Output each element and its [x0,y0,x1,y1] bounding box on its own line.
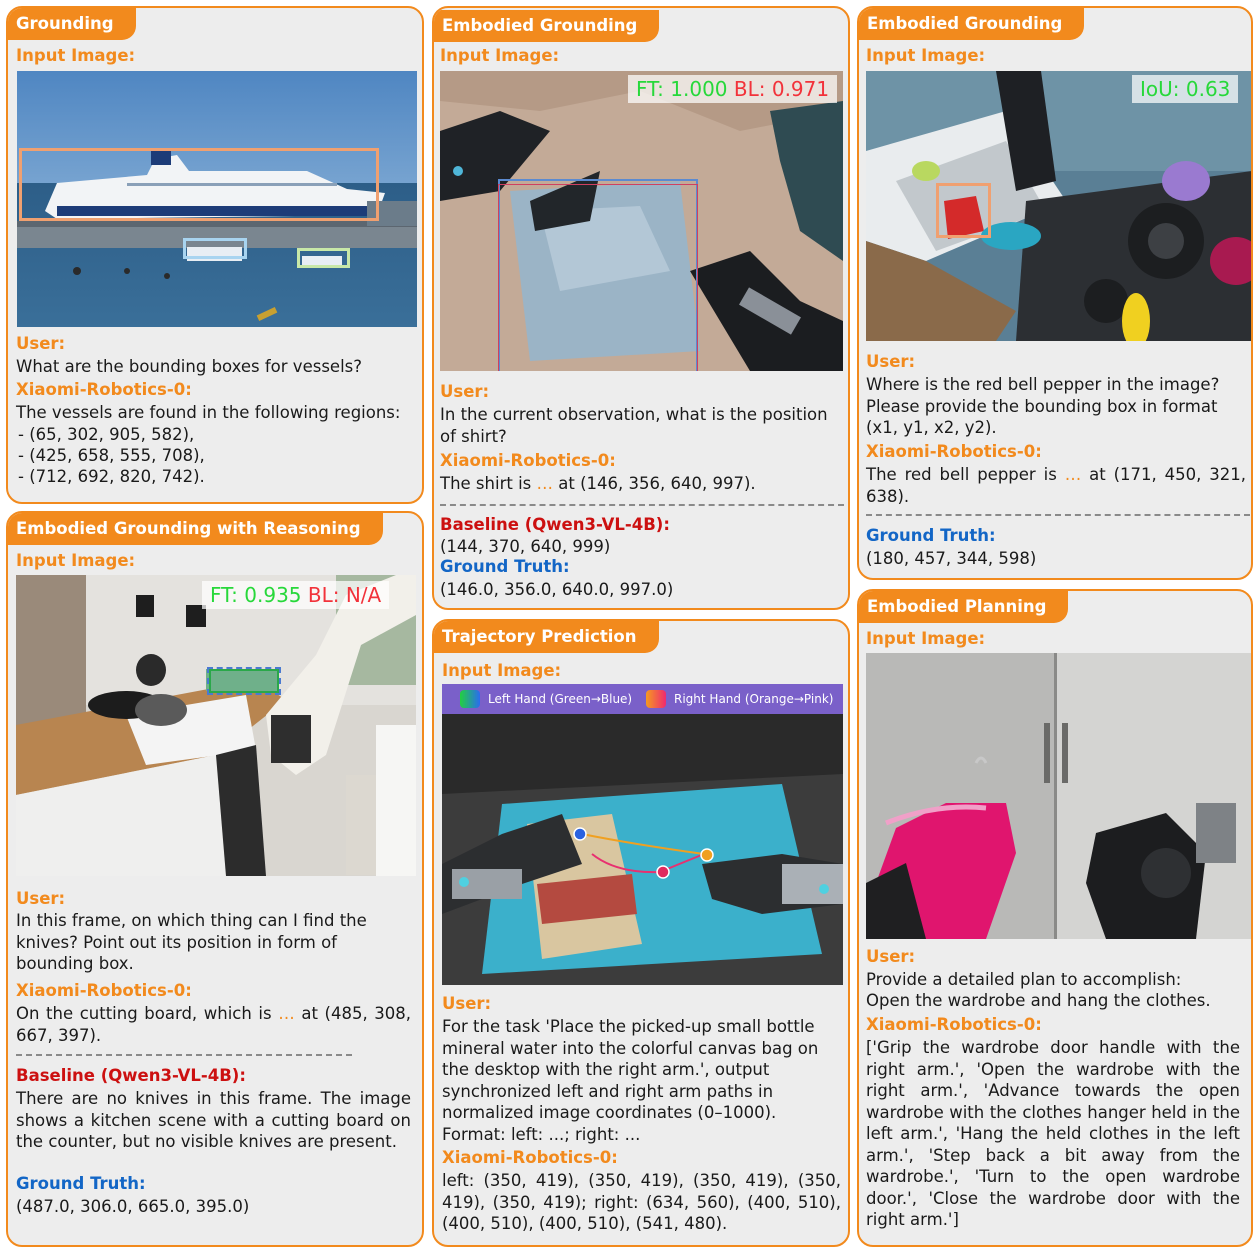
score-readout: FT: 0.935 BL: N/A [202,581,390,609]
left-hand-swatch [460,690,480,708]
kitchen-pepper-image: IoU: 0.63 [866,71,1251,341]
user-label: User: [440,382,490,401]
model-label: Xiaomi-Robotics-0: [16,380,192,399]
gt-bbox [209,669,279,693]
bbox-vessel-3 [297,248,350,268]
kitchen-knives-image: FT: 0.935 BL: N/A [16,575,416,876]
baseline-label: Baseline (Qwen3-VL-4B): [440,515,670,534]
user-question: In the current observation, what is the … [440,405,828,446]
panel-tag: Embodied Grounding [434,10,660,42]
wardrobe-image [866,653,1251,939]
panel-tag: Embodied Planning [859,591,1069,623]
region-2: - (425, 658, 555, 708), [18,446,205,465]
model-answer: The shirt is … at (146, 356, 640, 997). [440,474,756,493]
ground-truth-label: Ground Truth: [440,557,570,576]
baseline-answer: (144, 370, 640, 999) [440,537,611,556]
user-label: User: [866,352,916,371]
embodied-grounding-shirt-panel: Embodied Grounding Input Image: FT: 1.00… [432,6,850,610]
input-image-label: Input Image: [866,46,986,65]
right-hand-swatch [646,690,666,708]
right-hand-legend: Right Hand (Orange→Pink) [674,692,834,706]
user-label: User: [16,334,66,353]
embodied-grounding-pepper-panel: Embodied Grounding Input Image: IoU: 0.6… [857,6,1253,580]
separator [16,1054,352,1056]
panel-tag: Embodied Grounding with Reasoning [8,513,383,545]
score-bl: BL: 0.971 [733,77,830,101]
model-answer: The red bell pepper is … at (171, 450, 3… [866,465,1247,506]
input-image-label: Input Image: [16,551,136,570]
input-image-label: Input Image: [16,46,136,65]
grounding-panel: Grounding Input Image: User: What are th [6,6,424,504]
panel-tag: Embodied Grounding [859,8,1085,40]
ground-truth-value: (180, 457, 344, 598) [866,549,1037,568]
input-image-label: Input Image: [442,661,562,680]
bbox-vessel-2 [183,238,247,259]
score-bl: BL: N/A [307,583,382,607]
embodied-grounding-reasoning-panel: Embodied Grounding with Reasoning Input … [6,511,424,1247]
trajectory-prediction-panel: Trajectory Prediction Input Image: Left … [432,619,850,1247]
score-ft: FT: 1.000 [636,77,728,101]
user-request-line-2: Open the wardrobe and hang the clothes. [866,991,1211,1010]
model-plan: ['Grip the wardrobe door handle with the… [866,1038,1240,1229]
pred-bbox [936,183,991,238]
user-question: What are the bounding boxes for vessels? [16,357,363,376]
baseline-label: Baseline (Qwen3-VL-4B): [16,1066,246,1085]
input-image-label: Input Image: [866,629,986,648]
ground-truth-label: Ground Truth: [866,526,996,545]
model-answer-intro: The vessels are found in the following r… [16,403,401,422]
model-answer: On the cutting board, which is … at (485… [16,1004,412,1045]
model-answer: left: (350, 419), (350, 419), (350, 419)… [442,1171,841,1233]
model-label: Xiaomi-Robotics-0: [866,1015,1042,1034]
user-label: User: [866,947,916,966]
trajectory-legend: Left Hand (Green→Blue) Right Hand (Orang… [442,684,843,714]
region-1: - (65, 302, 905, 582), [18,425,195,444]
separator [440,504,844,506]
left-hand-legend: Left Hand (Green→Blue) [488,692,633,706]
user-question: For the task 'Place the picked-up small … [442,1017,819,1144]
region-3: - (712, 692, 820, 742). [18,467,205,486]
separator [866,514,1250,516]
baseline-bbox [498,184,698,371]
score-iou: IoU: 0.63 [1140,77,1231,101]
user-question: Where is the red bell pepper in the imag… [866,375,1220,437]
trajectory-image [442,714,843,985]
model-label: Xiaomi-Robotics-0: [442,1148,618,1167]
score-ft: FT: 0.935 [210,583,302,607]
score-readout: FT: 1.000 BL: 0.971 [628,75,838,103]
user-label: User: [442,994,492,1013]
user-label: User: [16,889,66,908]
score-readout: IoU: 0.63 [1132,75,1239,103]
model-label: Xiaomi-Robotics-0: [866,442,1042,461]
panel-tag: Grounding [8,8,136,40]
user-question: In this frame, on which thing can I find… [16,911,367,973]
ground-truth-value: (487.0, 306.0, 665.0, 395.0) [16,1197,250,1216]
vessels-image [17,71,417,327]
shirt-image: FT: 1.000 BL: 0.971 [440,71,843,371]
model-label: Xiaomi-Robotics-0: [16,981,192,1000]
input-image-label: Input Image: [440,46,560,65]
ground-truth-value: (146.0, 356.0, 640.0, 997.0) [440,580,674,599]
user-request-line-1: Provide a detailed plan to accomplish: [866,970,1182,989]
ground-truth-label: Ground Truth: [16,1174,146,1193]
embodied-planning-panel: Embodied Planning Input Image: User: Pro… [857,589,1253,1247]
baseline-answer: There are no knives in this frame. The i… [16,1089,411,1151]
panel-tag: Trajectory Prediction [434,621,659,653]
model-label: Xiaomi-Robotics-0: [440,451,616,470]
bbox-vessel-1 [19,148,379,221]
